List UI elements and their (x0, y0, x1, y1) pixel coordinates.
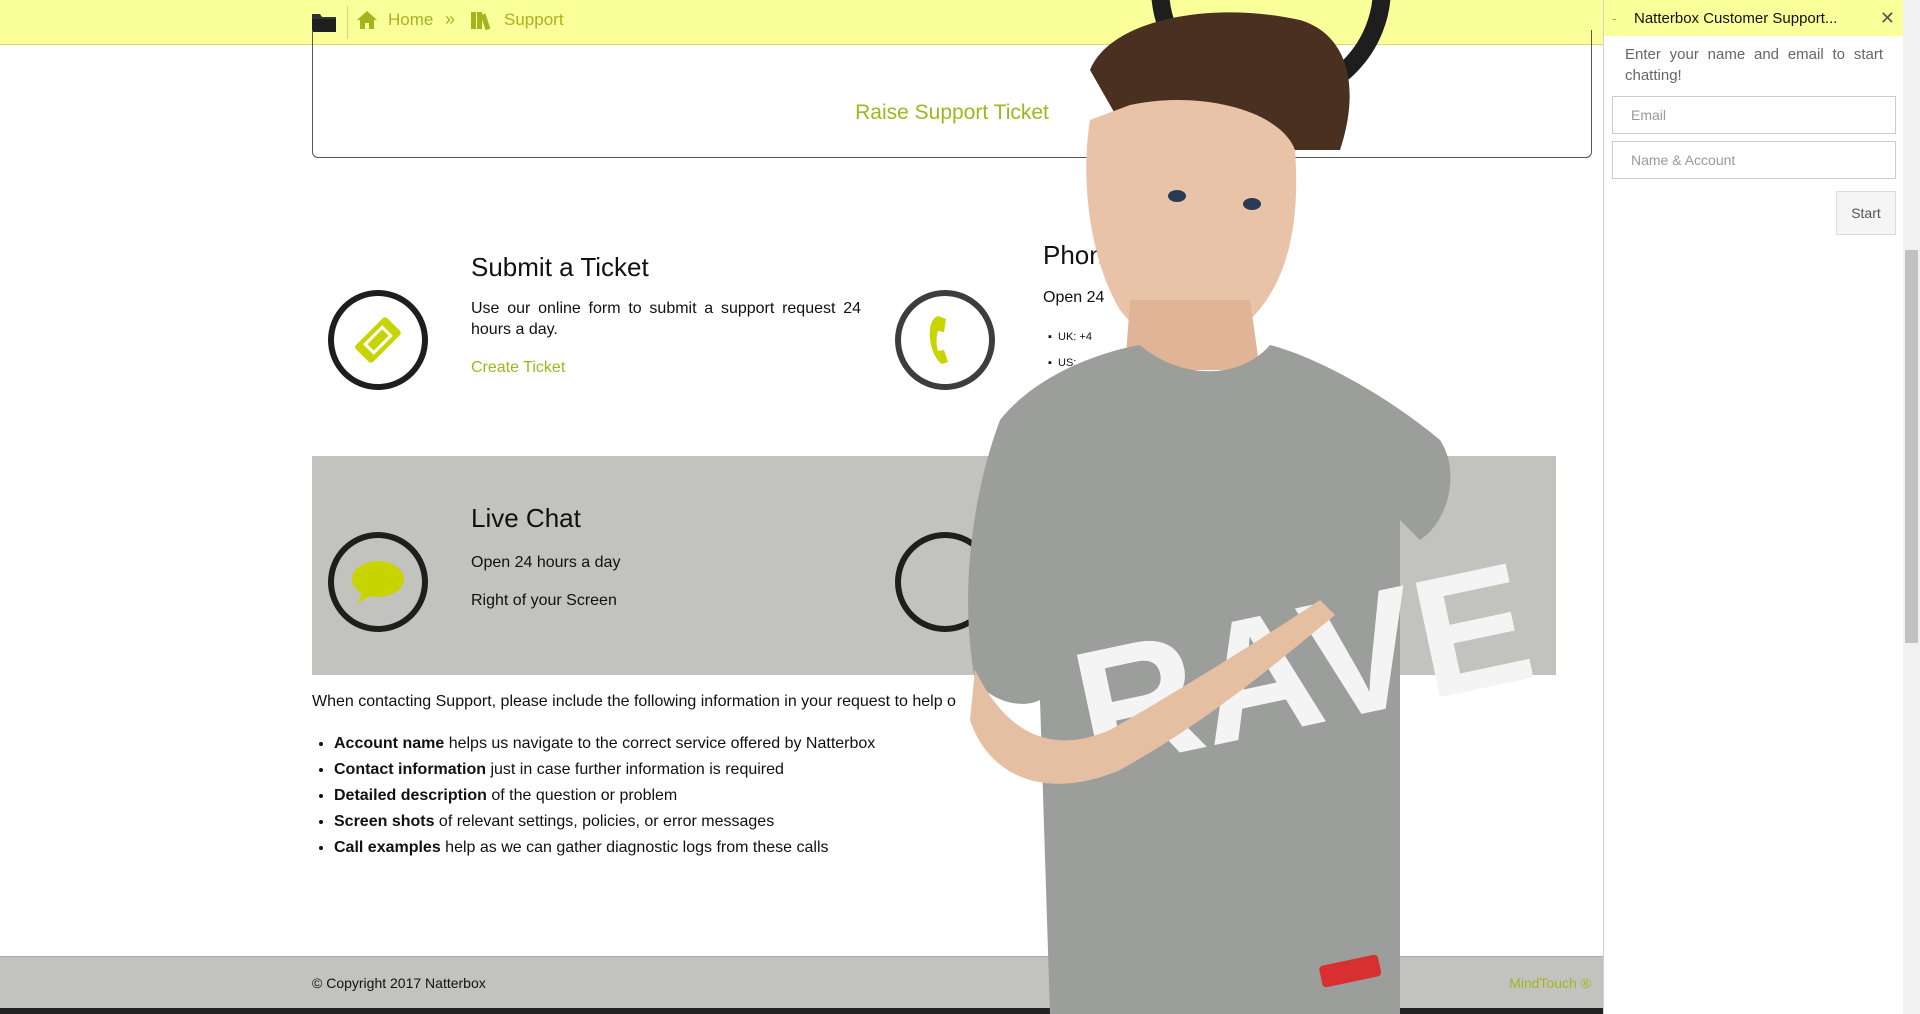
phone-uk: ▪ UK: +4 (1048, 331, 1092, 343)
ticket-icon-ring (328, 290, 428, 390)
list-item: Detailed description of the question or … (334, 783, 875, 809)
books-icon (471, 12, 491, 30)
breadcrumb-home-label[interactable]: Home (388, 10, 433, 30)
raise-ticket-link[interactable]: Raise Support Ticket (313, 101, 1591, 125)
chat-icon-ring (328, 532, 428, 632)
chat-header: - Natterbox Customer Support... ✕ (1604, 0, 1903, 36)
list-item: Account name helps us navigate to the co… (334, 731, 875, 757)
list-item: Screen shots of relevant settings, polic… (334, 809, 875, 835)
chat-title: Natterbox Customer Support... (1634, 9, 1838, 27)
name-account-field[interactable] (1612, 141, 1896, 179)
secondary-icon-ring (895, 532, 995, 632)
phone-us: ▪ US: (1048, 357, 1077, 369)
phone-icon-ring (895, 290, 995, 390)
contact-info-intro: When contacting Support, please include … (312, 693, 956, 710)
mindtouch-link[interactable]: MindTouch ® (1509, 975, 1591, 991)
list-item: Contact information just in case further… (334, 757, 875, 783)
breadcrumb-home[interactable]: Home (356, 10, 433, 30)
email-field[interactable] (1612, 96, 1896, 134)
raise-ticket-icon (1151, 0, 1391, 108)
chat-widget: - Natterbox Customer Support... ✕ Enter … (1603, 0, 1903, 1014)
chat-bubble-icon (352, 561, 404, 603)
live-chat-hours: Open 24 hours a day (471, 554, 621, 571)
ticket-icon (355, 317, 401, 363)
raise-ticket-card: Raise Support Ticket (312, 0, 1592, 158)
live-chat-title: Live Chat (471, 503, 581, 533)
home-icon (357, 11, 377, 29)
footer: © Copyright 2017 Natterbox MindTouch ® (0, 956, 1603, 1008)
chat-intro: Enter your name and email to start chatt… (1625, 46, 1883, 84)
list-item: Call examples help as we can gather diag… (334, 835, 875, 861)
close-icon[interactable]: ✕ (1880, 8, 1895, 29)
submit-ticket-title: Submit a Ticket (471, 252, 649, 282)
submit-ticket-text: Use our online form to submit a support … (471, 300, 861, 338)
scrollbar-thumb[interactable] (1905, 250, 1918, 643)
copyright: © Copyright 2017 Natterbox (312, 975, 486, 991)
phone-icon (929, 316, 948, 364)
phone-text: Open 24 (1043, 289, 1105, 306)
start-chat-button[interactable]: Start (1836, 191, 1896, 235)
breadcrumb-separator: » (445, 9, 456, 29)
phone-list: ▪ UK: +4 ▪ US: (1048, 324, 1092, 376)
live-chat-location: Right of your Screen (471, 592, 617, 609)
contact-info-list: Account name helps us navigate to the co… (334, 731, 875, 861)
breadcrumb-support-label[interactable]: Support (504, 10, 564, 30)
minimize-icon[interactable]: - (1612, 10, 1626, 26)
scrollbar[interactable] (1903, 0, 1920, 1014)
phone-title: Phon (1043, 240, 1104, 270)
breadcrumb-support[interactable]: Support (470, 10, 564, 30)
create-ticket-link[interactable]: Create Ticket (471, 359, 565, 377)
